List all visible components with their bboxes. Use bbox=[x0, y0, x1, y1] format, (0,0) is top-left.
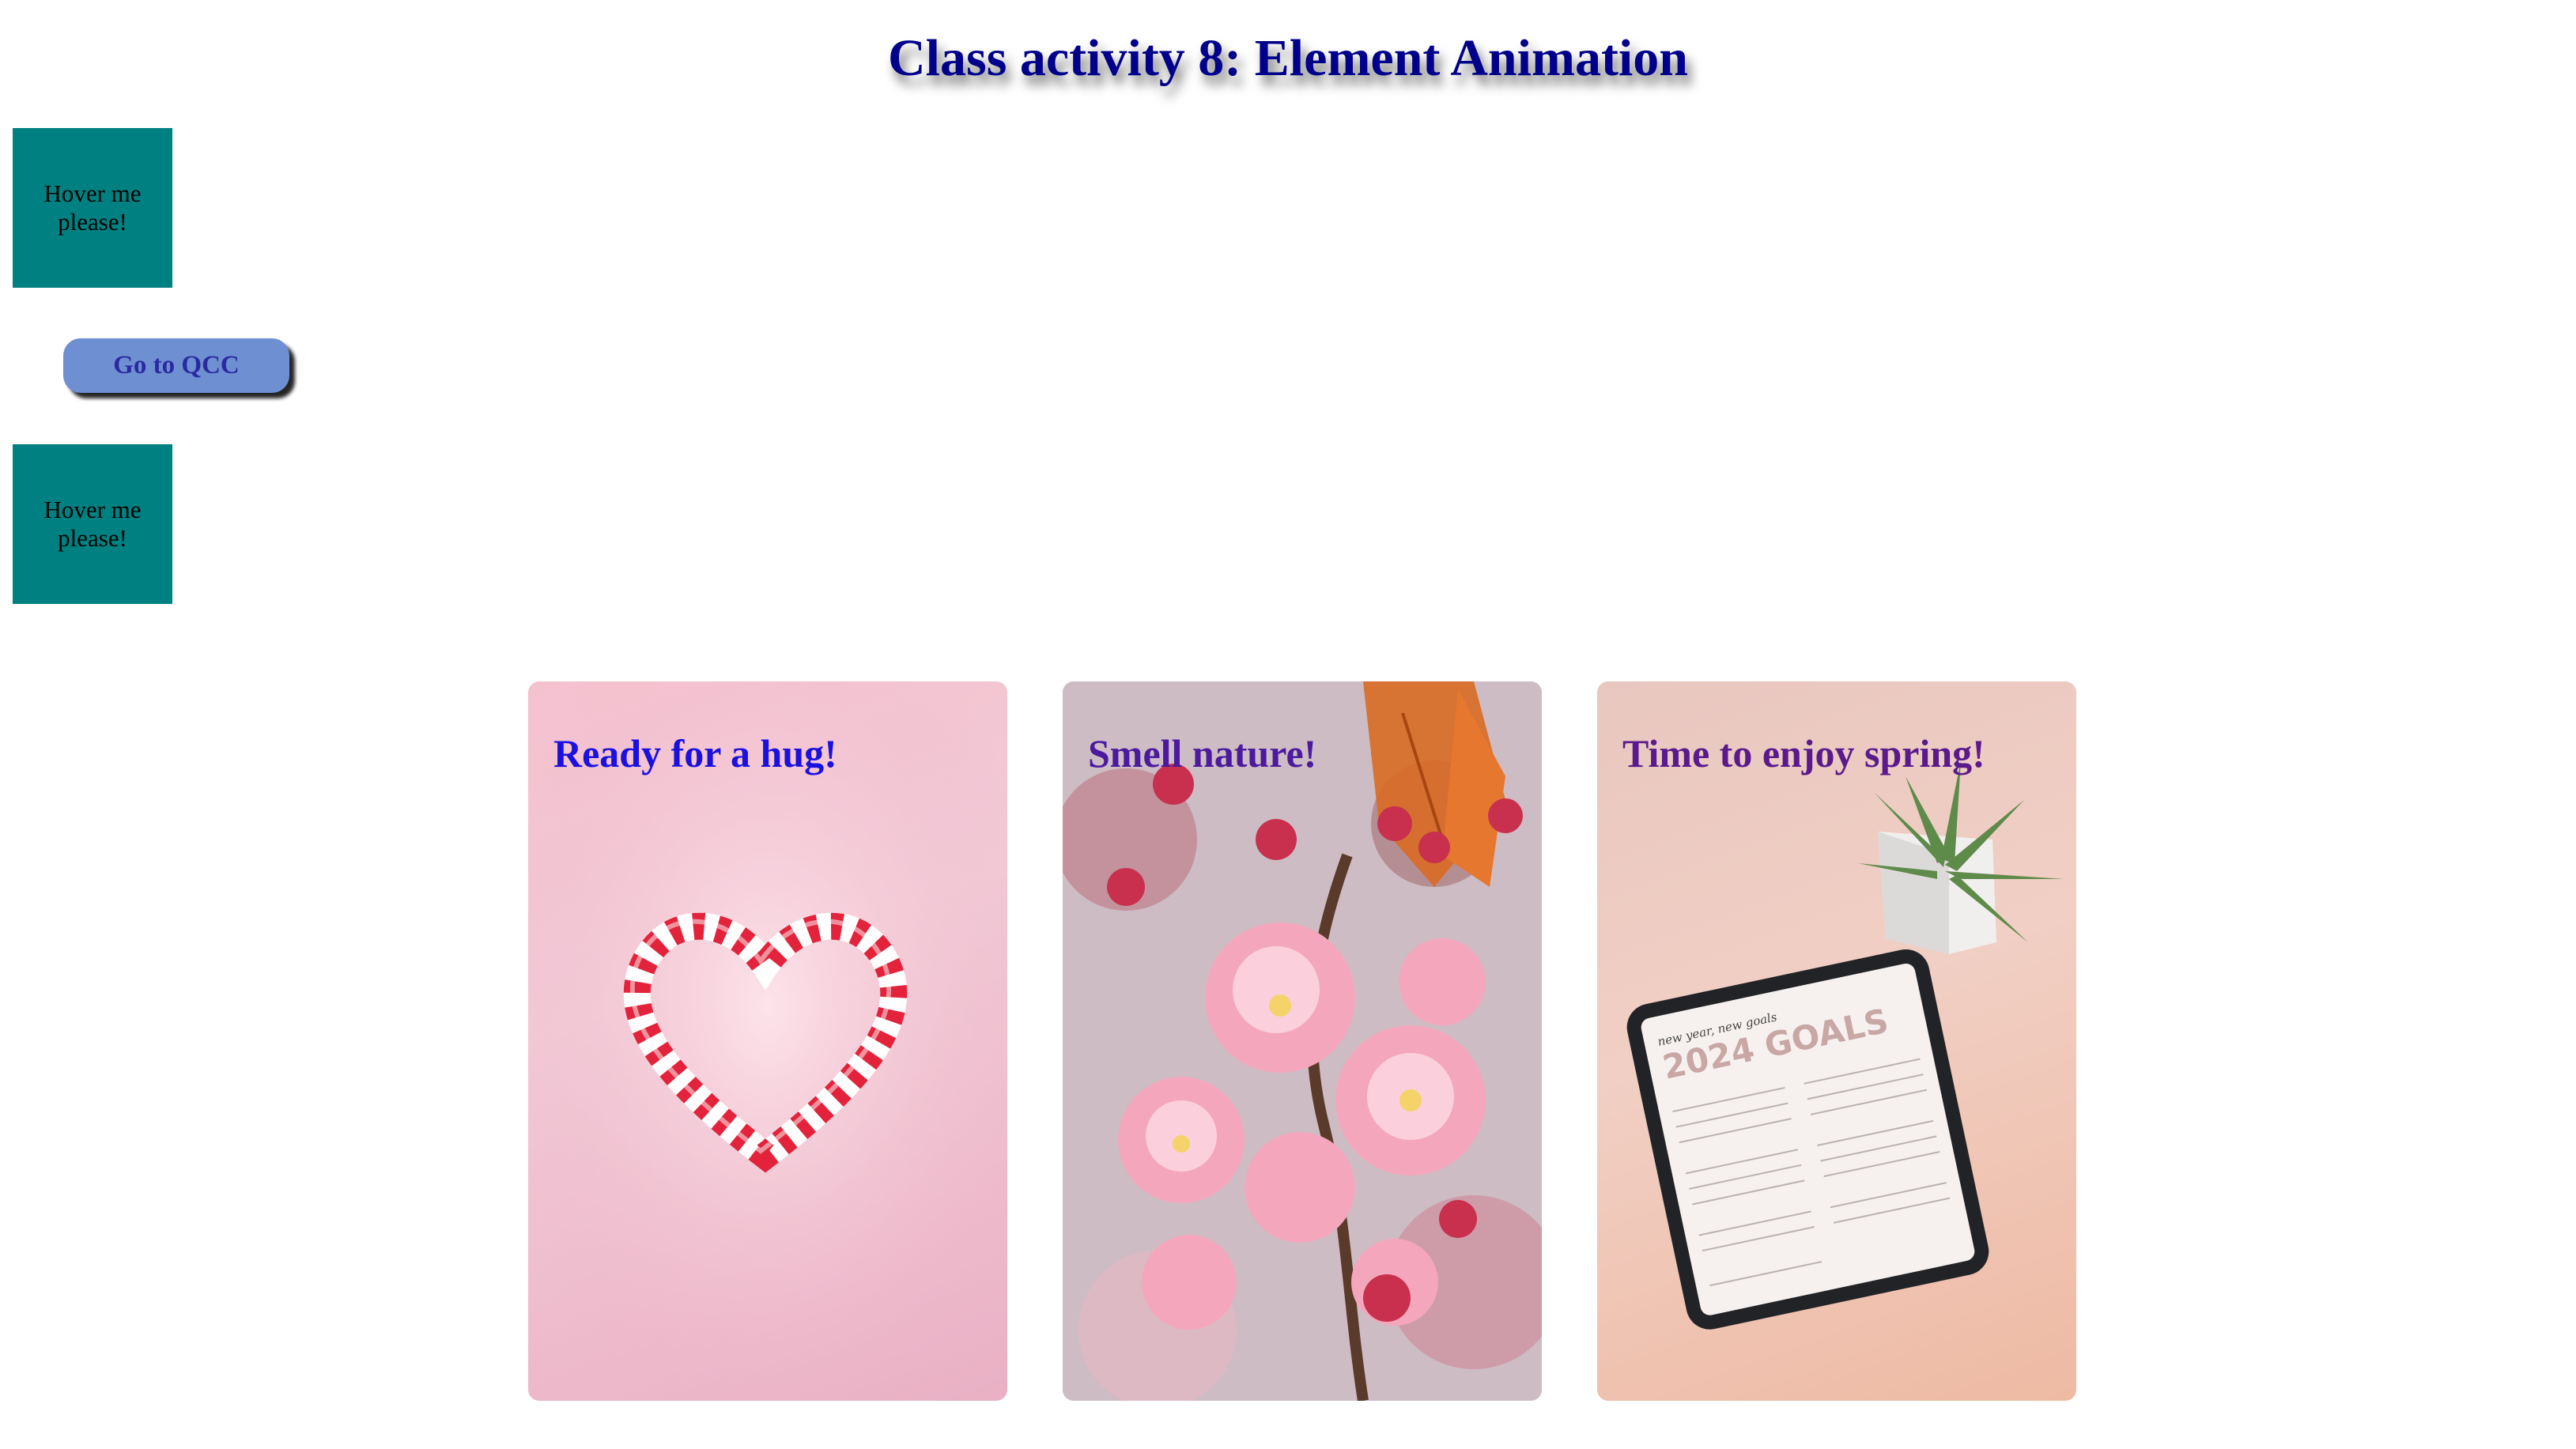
hover-box-bottom[interactable]: Hover me please! bbox=[13, 444, 172, 604]
card-hug[interactable]: Ready for a hug! bbox=[528, 681, 1007, 1401]
cherry-blossom-image bbox=[1063, 681, 1542, 1401]
candy-cane-heart-image bbox=[528, 681, 1007, 1401]
card-title: Ready for a hug! bbox=[553, 731, 837, 775]
page: Class activity 8: Element Animation Hove… bbox=[0, 0, 2576, 1449]
hover-box-label: Hover me please! bbox=[43, 179, 142, 236]
card-spring[interactable]: new year, new goals 2024 GOALS Time to e… bbox=[1597, 681, 2076, 1401]
card-title: Smell nature! bbox=[1088, 731, 1317, 775]
card-nature[interactable]: Smell nature! bbox=[1063, 681, 1542, 1401]
go-to-qcc-label: Go to QCC bbox=[113, 351, 240, 379]
hover-box-label: Hover me please! bbox=[43, 496, 142, 552]
hover-box-top[interactable]: Hover me please! bbox=[13, 128, 172, 288]
page-title: Class activity 8: Element Animation bbox=[888, 29, 1688, 87]
card-title: Time to enjoy spring! bbox=[1622, 731, 1985, 775]
tablet-goals-plant-image: new year, new goals 2024 GOALS bbox=[1626, 760, 2064, 1330]
go-to-qcc-button[interactable]: Go to QCC bbox=[63, 338, 289, 393]
